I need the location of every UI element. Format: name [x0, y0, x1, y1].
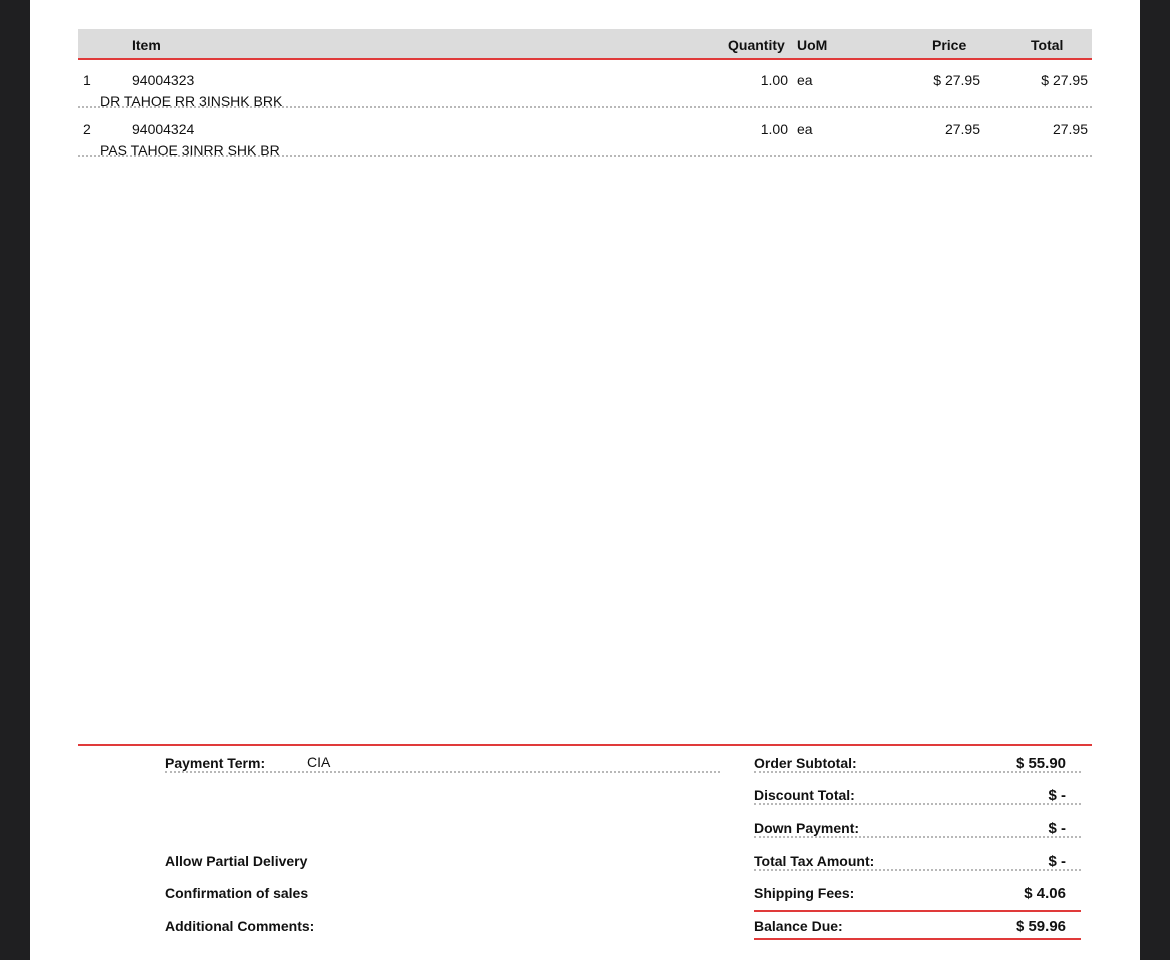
table-row: 1 94004323 DR TAHOE RR 3INSHK BRK 1.00 e…	[78, 62, 1092, 109]
row-number: 1	[83, 72, 91, 88]
discount-total-row: Discount Total: $ -	[754, 785, 1081, 805]
item-code: 94004324	[132, 121, 195, 137]
item-price: $ 27.95	[933, 72, 980, 88]
balance-due-row: Balance Due: $ 59.96	[754, 916, 1081, 940]
item-uom: ea	[797, 121, 813, 137]
order-subtotal-value: $ 55.90	[1015, 755, 1066, 772]
payment-term-value: CIA	[307, 754, 331, 770]
total-tax-label: Total Tax Amount:	[754, 853, 875, 869]
item-quantity: 1.00	[760, 72, 788, 88]
footer-divider	[78, 744, 1092, 746]
item-description: PAS TAHOE 3INRR SHK BR	[100, 142, 280, 158]
balance-due-label: Balance Due:	[754, 918, 843, 934]
discount-total-label: Discount Total:	[754, 787, 855, 803]
shipping-fees-row: Shipping Fees: $ 4.06	[754, 883, 1081, 912]
down-payment-row: Down Payment: $ -	[754, 818, 1081, 838]
header-total: Total	[1031, 37, 1064, 53]
balance-due-value: $ 59.96	[1015, 918, 1066, 935]
document-page: Item Quantity UoM Price Total 1 94004323…	[30, 0, 1140, 960]
header-price: Price	[932, 37, 967, 53]
header-uom: UoM	[797, 37, 828, 53]
table-row: 2 94004324 PAS TAHOE 3INRR SHK BR 1.00 e…	[78, 111, 1092, 158]
shipping-fees-value: $ 4.06	[1024, 885, 1066, 902]
discount-total-value: $ -	[1048, 787, 1066, 804]
item-description: DR TAHOE RR 3INSHK BRK	[100, 93, 283, 109]
row-number: 2	[83, 121, 91, 137]
item-uom: ea	[797, 72, 813, 88]
header-quantity: Quantity	[728, 37, 785, 53]
payment-term-label: Payment Term:	[165, 755, 266, 771]
order-subtotal-row: Order Subtotal: $ 55.90	[754, 753, 1081, 773]
item-total: 27.95	[1052, 121, 1088, 137]
payment-term-underline	[165, 771, 720, 773]
table-header: Item Quantity UoM Price Total	[78, 29, 1092, 60]
allow-partial-delivery-label: Allow Partial Delivery	[165, 853, 308, 869]
item-quantity: 1.00	[760, 121, 788, 137]
down-payment-label: Down Payment:	[754, 820, 860, 836]
order-subtotal-label: Order Subtotal:	[754, 755, 857, 771]
item-code: 94004323	[132, 72, 195, 88]
shipping-fees-label: Shipping Fees:	[754, 885, 855, 901]
total-tax-row: Total Tax Amount: $ -	[754, 851, 1081, 871]
item-total: $ 27.95	[1041, 72, 1088, 88]
confirmation-of-sales-label: Confirmation of sales	[165, 885, 309, 901]
down-payment-value: $ -	[1048, 820, 1066, 837]
total-tax-value: $ -	[1048, 853, 1066, 870]
additional-comments-label: Additional Comments:	[165, 918, 315, 934]
header-item: Item	[132, 37, 161, 53]
item-price: 27.95	[944, 121, 980, 137]
